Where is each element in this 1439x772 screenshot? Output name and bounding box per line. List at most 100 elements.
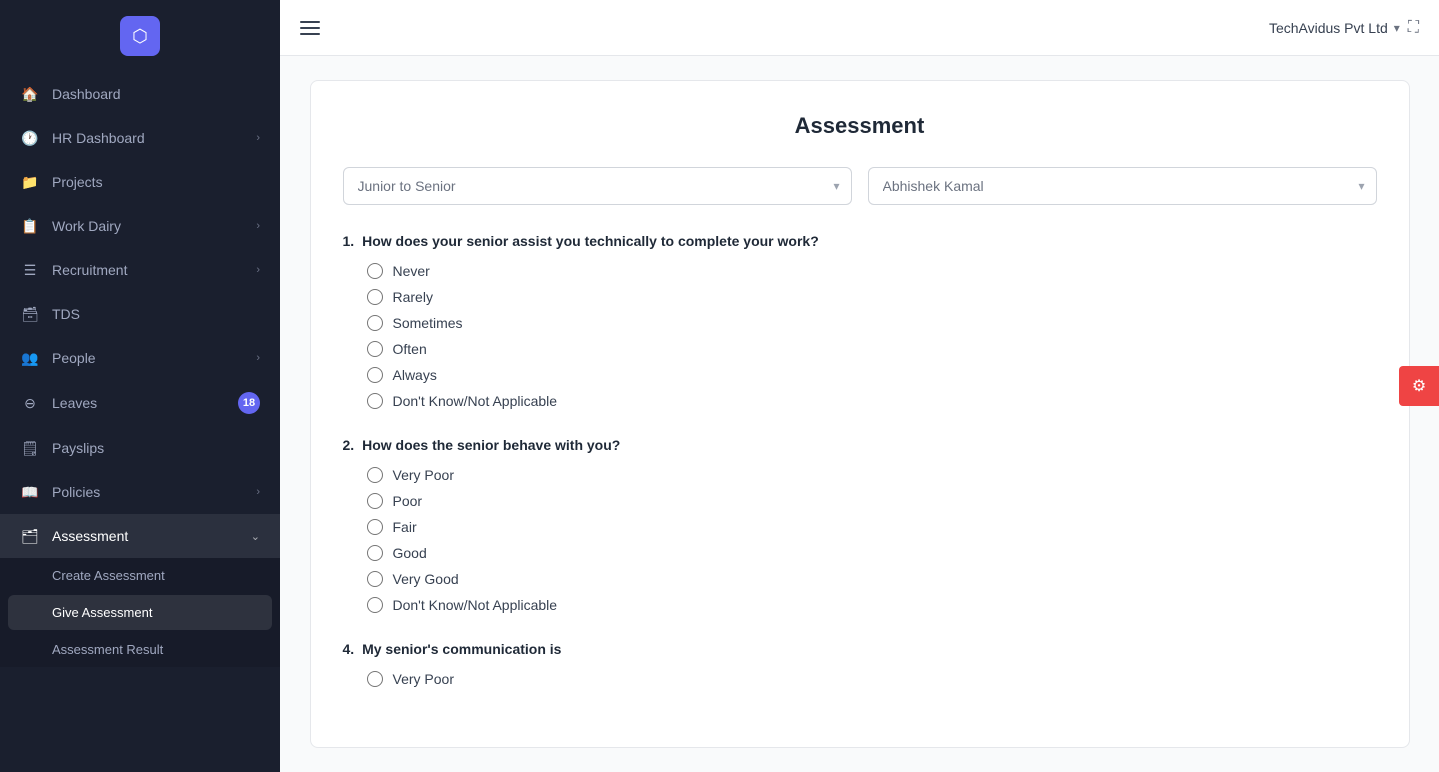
chevron-down-icon: ▾ — [1394, 21, 1400, 35]
radio-often[interactable] — [367, 341, 383, 357]
company-name: TechAvidus Pvt Ltd — [1269, 20, 1388, 36]
option-poor[interactable]: Poor — [367, 493, 1377, 509]
option-rarely[interactable]: Rarely — [367, 289, 1377, 305]
question-1-text: 1. How does your senior assist you techn… — [343, 233, 1377, 249]
policies-icon: 📖 — [20, 482, 40, 502]
settings-fab-button[interactable]: ⚙ — [1399, 366, 1439, 406]
option-always[interactable]: Always — [367, 367, 1377, 383]
radio-poor[interactable] — [367, 493, 383, 509]
option-label: Poor — [393, 493, 423, 509]
sidebar-item-tds[interactable]: 🗃 TDS — [0, 292, 280, 336]
sidebar-item-leaves[interactable]: ⊖ Leaves 18 — [0, 380, 280, 426]
option-dont-know-q2[interactable]: Don't Know/Not Applicable — [367, 597, 1377, 613]
filters-row: Junior to Senior ▾ Abhishek Kamal ▾ — [343, 167, 1377, 205]
option-label: Sometimes — [393, 315, 463, 331]
option-very-good[interactable]: Very Good — [367, 571, 1377, 587]
option-good[interactable]: Good — [367, 545, 1377, 561]
radio-never[interactable] — [367, 263, 383, 279]
radio-very-poor[interactable] — [367, 467, 383, 483]
option-label: Never — [393, 263, 430, 279]
assessment-icon: 🗂 — [20, 526, 40, 546]
employee-select[interactable]: Abhishek Kamal — [868, 167, 1377, 205]
option-label: Very Poor — [393, 671, 454, 687]
question-2-options: Very Poor Poor Fair Good — [343, 467, 1377, 613]
topbar-left — [300, 21, 320, 35]
sidebar-item-payslips[interactable]: 🗒 Payslips — [0, 426, 280, 470]
question-number: 1. — [343, 233, 355, 249]
sidebar-item-recruitment[interactable]: ☰ Recruitment › — [0, 248, 280, 292]
option-label: Fair — [393, 519, 417, 535]
option-fair[interactable]: Fair — [367, 519, 1377, 535]
radio-always[interactable] — [367, 367, 383, 383]
radio-fair[interactable] — [367, 519, 383, 535]
sidebar-item-people[interactable]: 👥 People › — [0, 336, 280, 380]
sidebar-item-label: Leaves — [52, 395, 97, 411]
employee-filter: Abhishek Kamal ▾ — [868, 167, 1377, 205]
sidebar-item-work-dairy[interactable]: 📋 Work Dairy › — [0, 204, 280, 248]
option-dont-know-q1[interactable]: Don't Know/Not Applicable — [367, 393, 1377, 409]
page-title: Assessment — [343, 113, 1377, 139]
sidebar-item-policies[interactable]: 📖 Policies › — [0, 470, 280, 514]
people-icon: 👥 — [20, 348, 40, 368]
sidebar: ⬡ 🏠 Dashboard 🕐 HR Dashboard › 📁 Project… — [0, 0, 280, 772]
leaves-icon: ⊖ — [20, 393, 40, 413]
tds-icon: 🗃 — [20, 304, 40, 324]
assessment-submenu: Create Assessment Give Assessment Assess… — [0, 558, 280, 667]
radio-very-poor-q4[interactable] — [367, 671, 383, 687]
sidebar-item-label: TDS — [52, 306, 80, 322]
company-selector[interactable]: TechAvidus Pvt Ltd ▾ — [1269, 20, 1400, 36]
option-often[interactable]: Often — [367, 341, 1377, 357]
question-number: 4. — [343, 641, 355, 657]
option-label: Don't Know/Not Applicable — [393, 597, 558, 613]
chevron-right-icon: › — [256, 264, 260, 276]
sidebar-item-label: Policies — [52, 484, 100, 500]
sidebar-item-dashboard[interactable]: 🏠 Dashboard — [0, 72, 280, 116]
sidebar-item-label: Dashboard — [52, 86, 121, 102]
radio-rarely[interactable] — [367, 289, 383, 305]
sidebar-item-hr-dashboard[interactable]: 🕐 HR Dashboard › — [0, 116, 280, 160]
radio-dont-know[interactable] — [367, 597, 383, 613]
sidebar-item-projects[interactable]: 📁 Projects — [0, 160, 280, 204]
option-label: Always — [393, 367, 437, 383]
question-4-options: Very Poor — [343, 671, 1377, 687]
radio-good[interactable] — [367, 545, 383, 561]
hamburger-line — [300, 21, 320, 23]
sidebar-item-label: Payslips — [52, 440, 104, 456]
sidebar-item-give-assessment[interactable]: Give Assessment — [8, 595, 272, 630]
question-1-options: Never Rarely Sometimes Often — [343, 263, 1377, 409]
assessment-type-select[interactable]: Junior to Senior — [343, 167, 852, 205]
question-number: 2. — [343, 437, 355, 453]
hamburger-line — [300, 33, 320, 35]
dashboard-icon: 🏠 — [20, 84, 40, 104]
hamburger-line — [300, 27, 320, 29]
question-1: 1. How does your senior assist you techn… — [343, 233, 1377, 409]
option-very-poor-q4[interactable]: Very Poor — [367, 671, 1377, 687]
sidebar-item-label: Work Dairy — [52, 218, 121, 234]
sidebar-item-label: Projects — [52, 174, 103, 190]
hamburger-button[interactable] — [300, 21, 320, 35]
leaves-badge: 18 — [238, 392, 260, 414]
option-label: Don't Know/Not Applicable — [393, 393, 558, 409]
chevron-right-icon: › — [256, 220, 260, 232]
sidebar-item-label: People — [52, 350, 96, 366]
radio-sometimes[interactable] — [367, 315, 383, 331]
sidebar-item-assessment-result[interactable]: Assessment Result — [0, 632, 280, 667]
chevron-right-icon: › — [256, 352, 260, 364]
main-content: TechAvidus Pvt Ltd ▾ ⛶ Assessment Junior… — [280, 0, 1439, 772]
radio-very-good[interactable] — [367, 571, 383, 587]
radio-dont-know[interactable] — [367, 393, 383, 409]
sidebar-item-create-assessment[interactable]: Create Assessment — [0, 558, 280, 593]
option-sometimes[interactable]: Sometimes — [367, 315, 1377, 331]
expand-icon[interactable]: ⛶ — [1408, 19, 1419, 37]
option-very-poor[interactable]: Very Poor — [367, 467, 1377, 483]
question-label: How does the senior behave with you? — [362, 437, 620, 453]
option-never[interactable]: Never — [367, 263, 1377, 279]
option-label: Good — [393, 545, 427, 561]
question-label: How does your senior assist you technica… — [362, 233, 819, 249]
recruitment-icon: ☰ — [20, 260, 40, 280]
sidebar-logo: ⬡ — [120, 16, 160, 56]
sidebar-item-assessment[interactable]: 🗂 Assessment ⌄ — [0, 514, 280, 558]
question-4-text: 4. My senior's communication is — [343, 641, 1377, 657]
assessment-type-filter: Junior to Senior ▾ — [343, 167, 852, 205]
payslips-icon: 🗒 — [20, 438, 40, 458]
